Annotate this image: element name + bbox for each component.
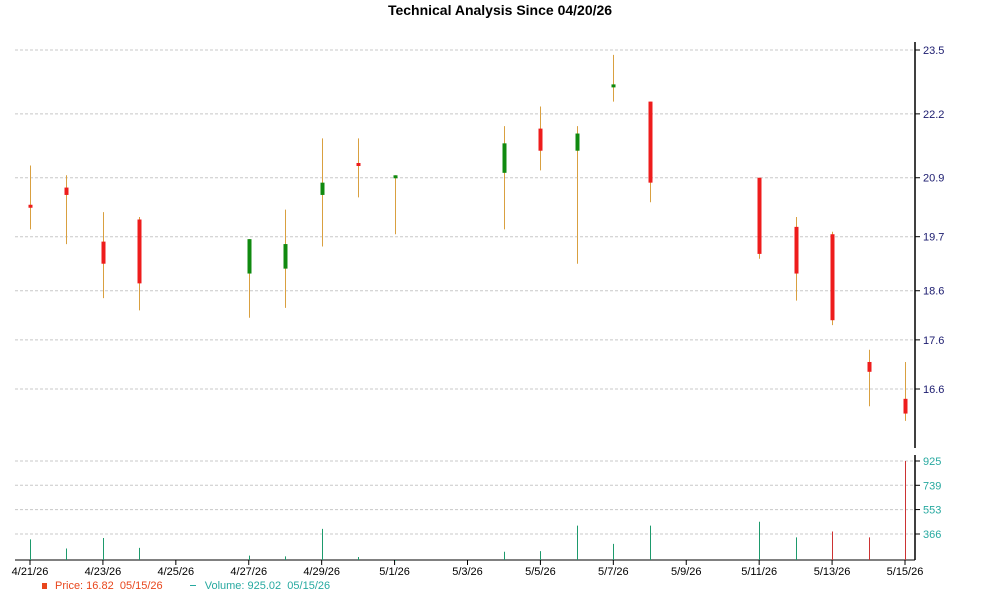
price-swatch-icon	[42, 583, 47, 589]
price-tick-label: 20.9	[923, 173, 944, 185]
date-tick-label: 4/29/26	[303, 566, 340, 578]
date-tick-label: 5/7/26	[598, 566, 629, 578]
volume-tick-label: 553	[923, 505, 941, 517]
date-tick-label: 5/5/26	[525, 566, 556, 578]
date-tick-label: 4/25/26	[157, 566, 194, 578]
price-tick-label: 18.6	[923, 286, 944, 298]
candle-body	[64, 187, 69, 195]
candle-body	[28, 204, 33, 208]
date-tick-label: 5/3/26	[452, 566, 483, 578]
candle-body	[101, 241, 106, 264]
legend-volume-label: Volume: 925.02	[204, 580, 282, 592]
price-tick-label: 17.6	[923, 335, 944, 347]
candle-body	[648, 101, 653, 183]
candle-body	[757, 177, 762, 254]
volume-tick-label: 925	[923, 456, 941, 468]
price-tick-label: 22.2	[923, 109, 944, 121]
candle-body	[247, 239, 252, 274]
legend: Price: 16.82 05/15/26 Volume: 925.02 05/…	[42, 580, 354, 592]
date-tick-label: 5/15/26	[887, 566, 924, 578]
date-tick-label: 4/27/26	[230, 566, 267, 578]
candle-body	[903, 398, 908, 414]
legend-price-label: Price: 16.82	[55, 580, 114, 592]
price-tick-label: 23.5	[923, 45, 944, 57]
candle-body	[283, 244, 288, 269]
candle-body	[830, 234, 835, 321]
price-tick-label: 16.6	[923, 384, 944, 396]
candlestick-chart: 23.5 22.2 20.9 19.7 18.6 17.6 16.6 925 739 553 366…	[12, 42, 944, 578]
legend-price-date: 05/15/26	[119, 580, 163, 592]
price-tick-label: 19.7	[923, 232, 944, 244]
legend-volume-date: 05/15/26	[287, 580, 331, 592]
candle-body	[575, 133, 580, 151]
candle-body	[538, 128, 543, 151]
candle-body	[502, 143, 507, 173]
candle-body	[320, 182, 325, 195]
legend-price: Price: 16.82 05/15/26	[42, 580, 163, 592]
candle-body	[611, 84, 616, 88]
candle-body	[137, 219, 142, 284]
volume-tick-label: 366	[923, 529, 941, 541]
volume-tick-label: 739	[923, 480, 941, 492]
volume-swatch-icon	[189, 585, 196, 586]
candle-body	[794, 226, 799, 274]
date-tick-label: 4/23/26	[85, 566, 122, 578]
date-tick-label: 5/1/26	[379, 566, 410, 578]
date-tick-label: 5/9/26	[671, 566, 702, 578]
date-tick-label: 4/21/26	[12, 566, 49, 578]
candle-body	[393, 175, 398, 179]
candle-body	[867, 361, 872, 372]
candle-body	[356, 163, 361, 166]
chart-root: Technical Analysis Since 04/20/26 23.5 22…	[0, 0, 1000, 600]
date-tick-label: 5/13/26	[814, 566, 851, 578]
date-tick-label: 5/11/26	[741, 566, 777, 578]
legend-volume: Volume: 925.02 05/15/26	[189, 580, 331, 592]
